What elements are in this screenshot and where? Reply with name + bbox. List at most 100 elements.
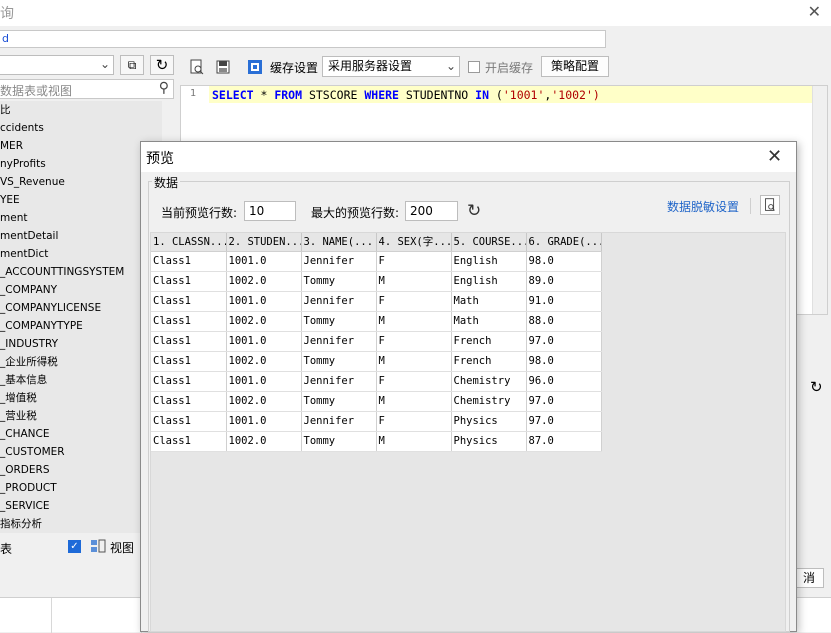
refresh-tree-button[interactable]: ↻	[150, 55, 174, 75]
table-cell[interactable]: Physics	[451, 411, 527, 432]
table-cell[interactable]: Math	[451, 311, 527, 332]
table-cell[interactable]: 1001.0	[226, 371, 302, 392]
search-icon[interactable]: ⚲	[159, 80, 169, 96]
table-cell[interactable]: Tommy	[301, 391, 377, 412]
table-cell[interactable]: Class1	[151, 371, 227, 392]
table-cell[interactable]: Class1	[151, 391, 227, 412]
preview-icon[interactable]	[189, 59, 205, 75]
table-cell[interactable]: F	[376, 251, 452, 272]
view-checkbox[interactable]: ✓	[68, 540, 81, 553]
table-cell[interactable]: Class1	[151, 431, 227, 452]
table-row[interactable]: Class1 1001.0 Jennifer F Math 91.0	[151, 291, 602, 312]
table-cell[interactable]: 1002.0	[226, 271, 302, 292]
table-cell[interactable]: 1001.0	[226, 291, 302, 312]
table-cell[interactable]: M	[376, 391, 452, 412]
table-cell[interactable]: 1002.0	[226, 311, 302, 332]
enable-cache-checkbox[interactable]	[468, 61, 480, 73]
table-cell[interactable]: French	[451, 331, 527, 352]
filter-button[interactable]: ⧉	[120, 55, 144, 75]
table-cell[interactable]: Class1	[151, 271, 227, 292]
table-cell[interactable]: Jennifer	[301, 371, 377, 392]
table-cell[interactable]: 97.0	[526, 391, 602, 412]
preview-icon[interactable]	[760, 195, 780, 215]
table-cell[interactable]: Jennifer	[301, 411, 377, 432]
table-cell[interactable]: 89.0	[526, 271, 602, 292]
table-cell[interactable]: 88.0	[526, 311, 602, 332]
table-cell[interactable]: Class1	[151, 311, 227, 332]
refresh-icon[interactable]: ↻	[810, 378, 823, 396]
table-cell[interactable]: Jennifer	[301, 331, 377, 352]
table-cell[interactable]: Class1	[151, 411, 227, 432]
table-cell[interactable]: Chemistry	[451, 391, 527, 412]
column-header[interactable]: 6. GRADE(...	[526, 233, 602, 252]
save-icon[interactable]	[215, 59, 231, 75]
table-row[interactable]: Class1 1001.0 Jennifer F Physics 97.0	[151, 411, 602, 432]
table-cell[interactable]: 1002.0	[226, 391, 302, 412]
table-cell[interactable]: 1001.0	[226, 331, 302, 352]
sql-text[interactable]: SELECT * FROM STSCORE WHERE STUDENTNO IN…	[212, 88, 600, 102]
table-cell[interactable]: 98.0	[526, 251, 602, 272]
table-cell[interactable]: 1001.0	[226, 251, 302, 272]
table-cell[interactable]: 1002.0	[226, 431, 302, 452]
tree-item[interactable]: ccidents	[0, 119, 174, 137]
table-cell[interactable]: Tommy	[301, 311, 377, 332]
table-cell[interactable]: F	[376, 331, 452, 352]
table-cell[interactable]: 1002.0	[226, 351, 302, 372]
cancel-button[interactable]: 消	[794, 568, 824, 588]
table-row[interactable]: Class1 1002.0 Tommy M Physics 87.0	[151, 431, 602, 452]
preview-table[interactable]: 1. CLASSN... 2. STUDEN... 3. NAME(... 4. SE…	[151, 233, 602, 452]
table-row[interactable]: Class1 1002.0 Tommy M Math 88.0	[151, 311, 602, 332]
max-rows-input[interactable]: 200	[405, 201, 458, 221]
table-cell[interactable]: F	[376, 291, 452, 312]
table-cell[interactable]: 97.0	[526, 411, 602, 432]
table-cell[interactable]: F	[376, 371, 452, 392]
column-header[interactable]: 4. SEX(字...	[376, 233, 452, 252]
table-row[interactable]: Class1 1001.0 Jennifer F French 97.0	[151, 331, 602, 352]
table-cell[interactable]: Jennifer	[301, 251, 377, 272]
table-cell[interactable]: Tommy	[301, 271, 377, 292]
cache-settings-icon[interactable]	[247, 59, 263, 75]
table-row[interactable]: Class1 1002.0 Tommy M English 89.0	[151, 271, 602, 292]
table-cell[interactable]: 87.0	[526, 431, 602, 452]
table-cell[interactable]: French	[451, 351, 527, 372]
table-cell[interactable]: 98.0	[526, 351, 602, 372]
table-row[interactable]: Class1 1001.0 Jennifer F English 98.0	[151, 251, 602, 272]
table-cell[interactable]: 91.0	[526, 291, 602, 312]
refresh-icon[interactable]: ↻	[467, 201, 481, 221]
table-cell[interactable]: Physics	[451, 431, 527, 452]
window-close-icon[interactable]: ✕	[808, 2, 821, 21]
close-icon[interactable]: ✕	[767, 146, 782, 167]
table-cell[interactable]: Chemistry	[451, 371, 527, 392]
table-cell[interactable]: Math	[451, 291, 527, 312]
table-cell[interactable]: Class1	[151, 291, 227, 312]
column-header[interactable]: 5. COURSE...	[451, 233, 527, 252]
table-cell[interactable]: F	[376, 411, 452, 432]
table-cell[interactable]: M	[376, 311, 452, 332]
table-cell[interactable]: 97.0	[526, 331, 602, 352]
tree-item[interactable]: 比	[0, 101, 174, 119]
table-cell[interactable]: English	[451, 251, 527, 272]
column-header[interactable]: 3. NAME(...	[301, 233, 377, 252]
table-cell[interactable]: Class1	[151, 351, 227, 372]
table-cell[interactable]: M	[376, 351, 452, 372]
cache-mode-select[interactable]: 采用服务器设置 ⌄	[322, 56, 460, 77]
table-cell[interactable]: Class1	[151, 331, 227, 352]
table-cell[interactable]: 1001.0	[226, 411, 302, 432]
table-search-input[interactable]: 数据表或视图 ⚲	[0, 79, 174, 99]
table-cell[interactable]: Tommy	[301, 351, 377, 372]
editor-scrollbar[interactable]	[812, 86, 827, 314]
table-cell[interactable]: Tommy	[301, 431, 377, 452]
table-cell[interactable]: Class1	[151, 251, 227, 272]
table-row[interactable]: Class1 1001.0 Jennifer F Chemistry 96.0	[151, 371, 602, 392]
table-row[interactable]: Class1 1002.0 Tommy M Chemistry 97.0	[151, 391, 602, 412]
schema-select[interactable]: ⌄	[0, 55, 114, 75]
column-header[interactable]: 2. STUDEN...	[226, 233, 302, 252]
current-rows-input[interactable]: 10	[244, 201, 296, 221]
strategy-config-button[interactable]: 策略配置	[541, 56, 609, 77]
table-cell[interactable]: English	[451, 271, 527, 292]
data-masking-link[interactable]: 数据脱敏设置	[667, 198, 739, 215]
table-cell[interactable]: M	[376, 431, 452, 452]
table-row[interactable]: Class1 1002.0 Tommy M French 98.0	[151, 351, 602, 372]
table-cell[interactable]: M	[376, 271, 452, 292]
query-name-input[interactable]: d	[0, 30, 606, 48]
